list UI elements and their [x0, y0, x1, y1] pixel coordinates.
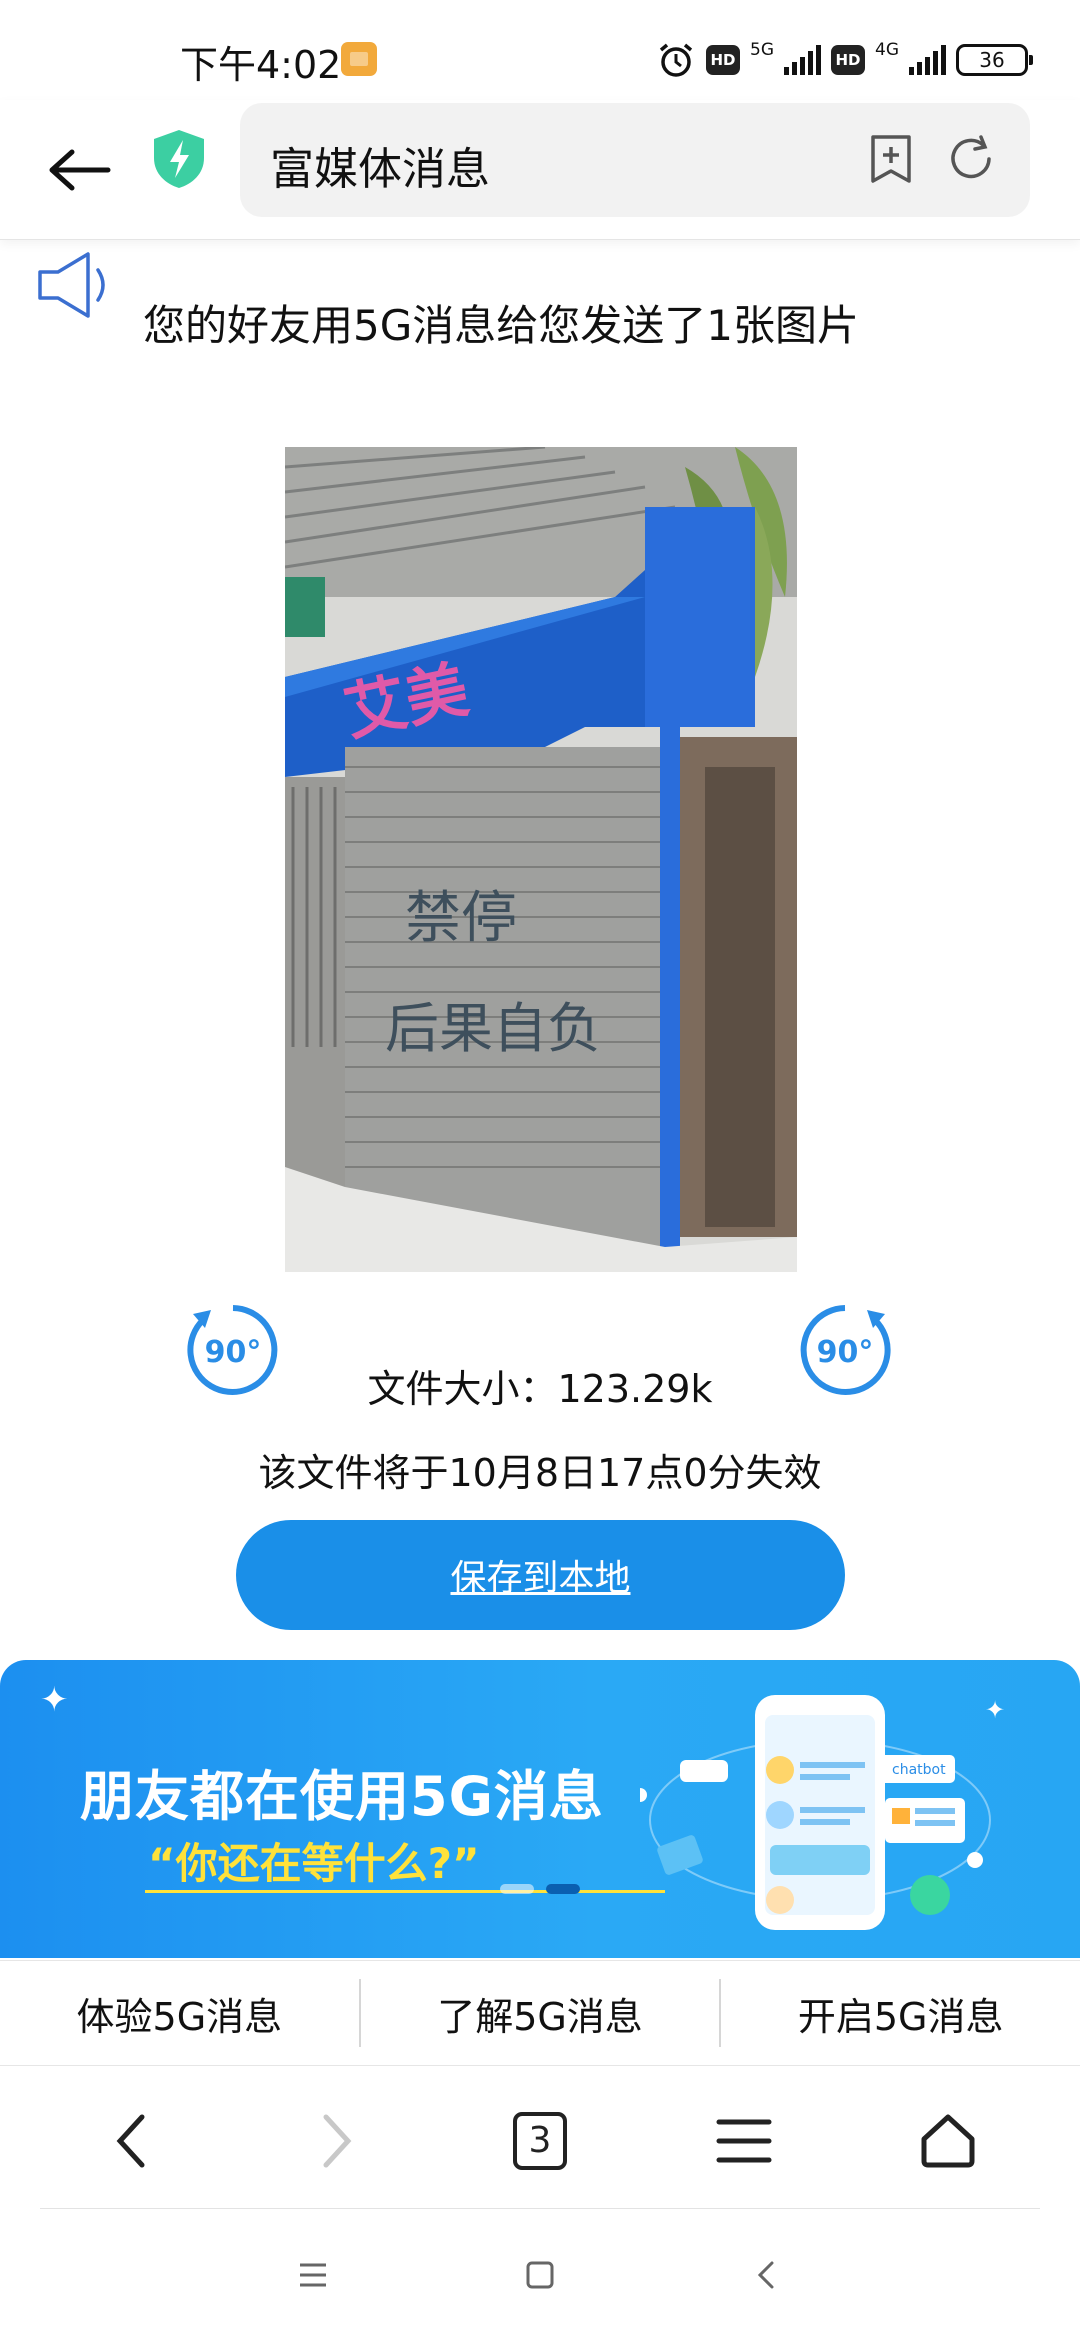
home-square-icon[interactable] [523, 2258, 557, 2292]
chevron-left-icon [116, 2114, 145, 2168]
refresh-icon [951, 135, 991, 179]
alarm-icon [659, 43, 693, 77]
received-image[interactable]: 艾美 禁停 后果自负 [285, 447, 797, 1272]
browser-toolbar: 3 [0, 2070, 1080, 2212]
link-experience-5g[interactable]: 体验5G消息 [0, 1986, 359, 2041]
graffiti-text-2: 后果自负 [385, 997, 601, 1060]
back-button[interactable] [40, 130, 120, 210]
network-type-label-2: 4G [875, 40, 899, 60]
banner-title: 朋友都在使用5G消息 [80, 1765, 604, 1828]
graffiti-text-1: 禁停 [405, 886, 517, 951]
link-learn-5g[interactable]: 了解5G消息 [361, 1986, 720, 2041]
signal-icon-2 [909, 45, 946, 75]
file-size-text: 文件大小：123.29k [367, 1367, 713, 1411]
back-triangle-icon[interactable] [750, 2258, 784, 2292]
system-nav-bar [0, 2230, 1080, 2320]
message-headline: 您的好友用5G消息给您发送了1张图片 [143, 301, 859, 350]
arrow-left-icon [49, 149, 111, 191]
speaker-icon[interactable] [36, 250, 112, 320]
storefront-photo: 艾美 禁停 后果自负 [285, 447, 797, 1272]
chevron-right-icon [323, 2114, 352, 2168]
home-button[interactable] [893, 2086, 1003, 2196]
page-title: 富媒体消息 [270, 144, 490, 195]
banner-subtitle: “你还在等什么?” [148, 1839, 480, 1888]
tabs-button[interactable]: 3 [485, 2086, 595, 2196]
shield-icon [154, 130, 204, 188]
hd-badge-2: HD [831, 45, 865, 75]
signal-icon [784, 45, 821, 75]
battery-icon: 36 [956, 44, 1033, 76]
chatbot-label: chatbot [892, 1762, 946, 1778]
status-time: 下午4:02 [180, 43, 342, 87]
phone-illustration: chatbot [640, 1695, 991, 1930]
recent-apps-icon[interactable] [296, 2260, 330, 2290]
hamburger-icon [716, 2119, 772, 2163]
notification-icon [341, 42, 377, 76]
network-type-label: 5G [750, 40, 774, 60]
home-icon [921, 2114, 975, 2168]
reload-button[interactable] [945, 133, 997, 185]
divider [40, 2208, 1040, 2209]
status-bar: 下午4:02 HD 5G HD 4G 36 [0, 0, 1080, 100]
banner-pager [500, 1884, 580, 1894]
tab-count: 3 [513, 2112, 567, 2170]
banner-underline [145, 1890, 665, 1893]
bottom-links: 体验5G消息 了解5G消息 开启5G消息 [0, 1960, 1080, 2066]
expiry-text: 该文件将于10月8日17点0分失效 [258, 1451, 822, 1495]
sparkle-icon: ✦ [40, 1680, 69, 1720]
promo-banner[interactable]: ✦ ✦ 朋友都在使用5G消息 “你还在等什么?” chatbot [0, 1660, 1080, 1958]
hd-badge: HD [706, 45, 740, 75]
status-indicators: HD 5G HD 4G 36 [656, 36, 1033, 84]
bookmark-add-icon [871, 135, 911, 183]
link-enable-5g[interactable]: 开启5G消息 [721, 1986, 1080, 2041]
menu-button[interactable] [689, 2086, 799, 2196]
back-nav-button[interactable] [77, 2086, 187, 2196]
save-to-local-button[interactable]: 保存到本地 [236, 1520, 845, 1630]
add-bookmark-button[interactable] [865, 133, 917, 185]
url-bar[interactable]: 富媒体消息 [240, 103, 1030, 217]
forward-nav-button[interactable] [281, 2086, 391, 2196]
